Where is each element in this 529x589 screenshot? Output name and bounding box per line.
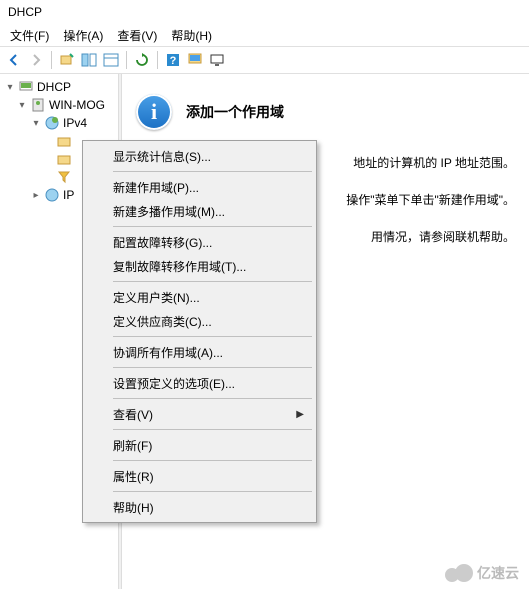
tree-node-dhcp[interactable]: ▾ DHCP — [2, 78, 116, 96]
tree-label: DHCP — [37, 80, 71, 94]
toolbar: ? — [0, 46, 529, 74]
ctx-reconcile[interactable]: 协调所有作用域(A)... — [85, 340, 314, 364]
ctx-view[interactable]: 查看(V) ▶ — [85, 402, 314, 426]
ctx-properties[interactable]: 属性(R) — [85, 464, 314, 488]
content-heading: 添加一个作用域 — [186, 102, 284, 122]
ctx-label: 查看(V) — [113, 406, 153, 423]
add-button[interactable] — [57, 50, 77, 70]
tree-label: IP — [63, 188, 74, 202]
refresh-button[interactable] — [132, 50, 152, 70]
ctx-replicate-failover[interactable]: 复制故障转移作用域(T)... — [85, 254, 314, 278]
ctx-config-failover[interactable]: 配置故障转移(G)... — [85, 230, 314, 254]
tree-label: IPv4 — [63, 116, 87, 130]
separator-icon — [113, 336, 312, 337]
console-button[interactable] — [185, 50, 205, 70]
spacer — [42, 153, 54, 165]
filter-icon — [56, 169, 72, 185]
menu-view[interactable]: 查看(V) — [111, 25, 163, 46]
separator-icon — [113, 491, 312, 492]
ctx-set-predefined[interactable]: 设置预定义的选项(E)... — [85, 371, 314, 395]
ctx-new-scope[interactable]: 新建作用域(P)... — [85, 175, 314, 199]
separator-icon — [113, 429, 312, 430]
ctx-new-multicast[interactable]: 新建多播作用域(M)... — [85, 199, 314, 223]
separator-icon — [113, 460, 312, 461]
tree-label: WIN-MOG — [49, 98, 105, 112]
layout-button[interactable] — [101, 50, 121, 70]
separator-icon — [126, 51, 127, 69]
ctx-show-stats[interactable]: 显示统计信息(S)... — [85, 144, 314, 168]
collapse-icon[interactable]: ▾ — [16, 99, 28, 111]
collapse-icon[interactable]: ▾ — [30, 117, 42, 129]
tree-node-server[interactable]: ▾ WIN-MOG — [2, 96, 116, 114]
ipv6-icon — [44, 187, 60, 203]
separator-icon — [113, 281, 312, 282]
dhcp-icon — [18, 79, 34, 95]
ipv4-icon — [44, 115, 60, 131]
collapse-icon[interactable]: ▾ — [4, 81, 16, 93]
ctx-refresh[interactable]: 刷新(F) — [85, 433, 314, 457]
show-hide-button[interactable] — [79, 50, 99, 70]
folder-icon — [56, 133, 72, 149]
tree-node-ipv4[interactable]: ▾ IPv4 — [2, 114, 116, 132]
chevron-right-icon: ▶ — [296, 409, 304, 420]
ctx-define-user[interactable]: 定义用户类(N)... — [85, 285, 314, 309]
ctx-help[interactable]: 帮助(H) — [85, 495, 314, 519]
server-icon — [30, 97, 46, 113]
cloud-icon — [445, 564, 473, 582]
separator-icon — [113, 367, 312, 368]
expand-icon[interactable]: ▸ — [30, 189, 42, 201]
title-bar: DHCP — [0, 0, 529, 24]
forward-button[interactable] — [26, 50, 46, 70]
content-header: i 添加一个作用域 — [136, 94, 515, 130]
spacer — [42, 171, 54, 183]
context-menu: 显示统计信息(S)... 新建作用域(P)... 新建多播作用域(M)... 配… — [82, 140, 317, 523]
separator-icon — [113, 171, 312, 172]
menu-file[interactable]: 文件(F) — [4, 25, 55, 46]
help-button[interactable]: ? — [163, 50, 183, 70]
separator-icon — [157, 51, 158, 69]
menu-bar: 文件(F) 操作(A) 查看(V) 帮助(H) — [0, 24, 529, 46]
separator-icon — [51, 51, 52, 69]
watermark-text: 亿速云 — [477, 563, 519, 583]
ctx-define-vendor[interactable]: 定义供应商类(C)... — [85, 309, 314, 333]
watermark: 亿速云 — [445, 563, 519, 583]
separator-icon — [113, 398, 312, 399]
folder-icon — [56, 151, 72, 167]
menu-action[interactable]: 操作(A) — [57, 25, 109, 46]
menu-help[interactable]: 帮助(H) — [165, 25, 218, 46]
window-title: DHCP — [8, 5, 42, 19]
info-icon: i — [136, 94, 172, 130]
spacer — [42, 135, 54, 147]
monitor-button[interactable] — [207, 50, 227, 70]
back-button[interactable] — [4, 50, 24, 70]
separator-icon — [113, 226, 312, 227]
svg-text:?: ? — [170, 55, 177, 67]
